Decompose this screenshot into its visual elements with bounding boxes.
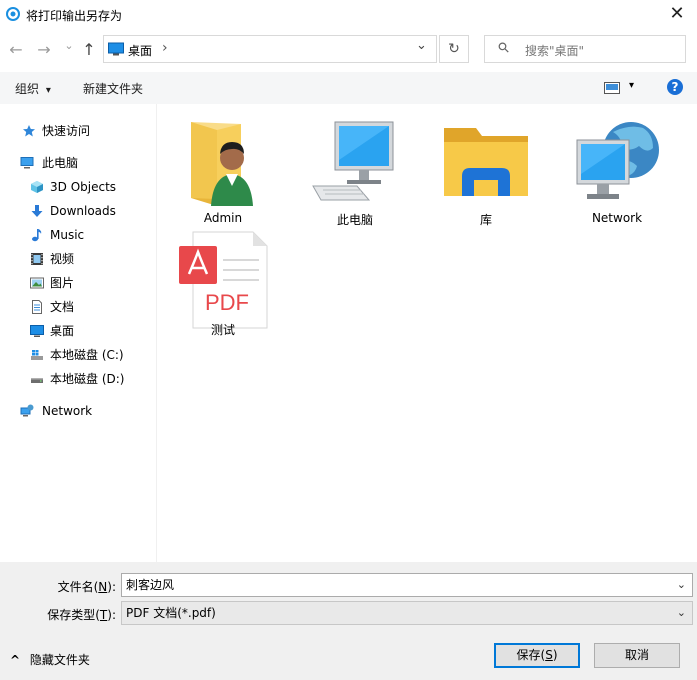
recent-locations-button[interactable]: ⌄ <box>60 36 78 56</box>
close-button[interactable]: ✕ <box>664 2 690 26</box>
sidebar-label: Music <box>50 228 85 242</box>
sidebar-label: 图片 <box>50 276 75 290</box>
sidebar-item-quick-access[interactable]: 快速访问 <box>0 119 156 143</box>
sidebar-item-drive-d[interactable]: 本地磁盘 (D:) <box>0 367 156 391</box>
save-label: 保存( <box>516 648 546 662</box>
sidebar-item-this-pc[interactable]: 此电脑 <box>0 151 156 175</box>
organize-arrow-icon: ▾ <box>45 85 51 96</box>
cube-3d-icon <box>31 181 43 193</box>
desktop-icon <box>108 42 124 56</box>
file-type-select[interactable]: PDF 文档(*.pdf) ⌄ <box>121 601 693 625</box>
document-icon <box>32 300 42 314</box>
sidebar-item-pictures[interactable]: 图片 <box>0 271 156 295</box>
address-dropdown-icon[interactable]: ⌄ <box>416 38 427 53</box>
computer-icon <box>20 157 34 169</box>
up-button[interactable]: ↑ <box>80 40 98 60</box>
file-item-label: Network <box>591 211 643 225</box>
filename-input[interactable]: 刺客边风 ⌄ <box>121 573 693 597</box>
picture-icon <box>30 277 44 289</box>
search-icon: ⚲ <box>494 38 514 58</box>
refresh-button[interactable]: ↻ <box>439 35 469 63</box>
network-globe-icon <box>576 122 659 199</box>
filename-value[interactable]: 刺客边风 <box>126 578 174 592</box>
search-box[interactable]: ⚲ 搜索"桌面" <box>484 35 686 63</box>
filename-label-text: 文件名( <box>57 580 99 594</box>
view-icon <box>604 82 620 94</box>
sidebar-item-3d-objects[interactable]: 3D Objects <box>0 175 156 199</box>
save-label-end: ) <box>552 648 558 662</box>
file-item-admin[interactable]: Admin <box>163 118 283 233</box>
file-type-label-text: 保存类型( <box>47 608 100 622</box>
sidebar-label: Downloads <box>50 204 116 218</box>
sidebar-item-videos[interactable]: 视频 <box>0 247 156 271</box>
download-arrow-icon <box>31 205 43 217</box>
sidebar-label-this-pc: 此电脑 <box>42 156 79 170</box>
file-item-library[interactable]: 库 <box>426 118 546 233</box>
file-type-value[interactable]: PDF 文档(*.pdf) <box>126 606 216 620</box>
music-note-icon <box>32 229 42 242</box>
windows-drive-icon <box>31 350 43 360</box>
back-button[interactable]: ← <box>7 40 25 60</box>
desktop-icon <box>30 325 44 337</box>
sidebar-label: 本地磁盘 (D:) <box>50 372 125 386</box>
chevron-up-icon: ^ <box>10 653 21 667</box>
pdf-badge-text: PDF <box>205 290 249 315</box>
search-input[interactable]: 搜索"桌面" <box>525 42 584 59</box>
help-button[interactable]: ? <box>667 79 683 95</box>
view-options-button[interactable]: ▾ <box>604 80 640 96</box>
hide-folders-toggle[interactable]: ^ 隐藏文件夹 <box>10 651 90 668</box>
file-type-label-end: ): <box>107 608 116 622</box>
save-access-key: S <box>545 648 553 662</box>
file-item-label: 此电脑 <box>336 213 373 227</box>
sidebar-item-desktop[interactable]: 桌面 <box>0 319 156 343</box>
sidebar-item-music[interactable]: Music <box>0 223 156 247</box>
sidebar-label-network: Network <box>42 404 93 418</box>
sidebar-item-downloads[interactable]: Downloads <box>0 199 156 223</box>
sidebar-item-network[interactable]: Network <box>0 399 156 423</box>
film-icon <box>31 253 43 265</box>
network-icon <box>20 404 34 417</box>
view-arrow-icon: ▾ <box>629 80 635 91</box>
library-folder-icon <box>444 128 528 196</box>
sidebar-label: 视频 <box>50 252 75 266</box>
address-bar[interactable]: 桌面 › ⌄ <box>103 35 437 63</box>
save-button[interactable]: 保存(S) <box>494 643 580 668</box>
file-item-this-pc[interactable]: 此电脑 <box>295 118 415 233</box>
filename-dropdown-icon[interactable]: ⌄ <box>677 574 686 596</box>
window-title: 将打印输出另存为 <box>26 9 123 23</box>
sidebar-label-quick-access: 快速访问 <box>42 124 91 138</box>
file-type-label: 保存类型(T): <box>16 606 116 623</box>
organize-label: 组织 <box>15 82 40 96</box>
address-location[interactable]: 桌面 <box>128 42 152 59</box>
filename-label-end: ): <box>107 580 116 594</box>
file-type-dropdown-icon[interactable]: ⌄ <box>677 602 686 624</box>
sidebar-item-documents[interactable]: 文档 <box>0 295 156 319</box>
filename-label: 文件名(N): <box>16 578 116 595</box>
file-item-network[interactable]: Network <box>557 118 677 233</box>
sidebar-item-drive-c[interactable]: 本地磁盘 (C:) <box>0 343 156 367</box>
breadcrumb-separator[interactable]: › <box>162 40 168 56</box>
sidebar-label: 本地磁盘 (C:) <box>50 348 124 362</box>
file-item-label: 测试 <box>210 323 235 337</box>
star-pin-icon <box>23 125 35 137</box>
file-item-label: 库 <box>479 213 492 227</box>
sidebar-label: 3D Objects <box>50 180 117 194</box>
app-icon <box>6 7 20 21</box>
cancel-button[interactable]: 取消 <box>594 643 680 668</box>
filename-access-key: N <box>98 580 108 594</box>
computer-icon <box>312 121 394 201</box>
file-item-label: Admin <box>203 211 243 225</box>
sidebar-label: 桌面 <box>50 324 75 338</box>
sidebar-label: 文档 <box>50 300 75 314</box>
organize-menu[interactable]: 组织 ▾ <box>15 80 51 97</box>
forward-button[interactable]: → <box>35 40 53 60</box>
user-folder-icon <box>191 122 253 206</box>
hide-folders-label: 隐藏文件夹 <box>29 653 90 667</box>
hard-drive-icon <box>31 378 43 383</box>
new-folder-button[interactable]: 新建文件夹 <box>83 80 143 97</box>
file-item-test-pdf[interactable]: PDF 测试 <box>163 228 283 343</box>
